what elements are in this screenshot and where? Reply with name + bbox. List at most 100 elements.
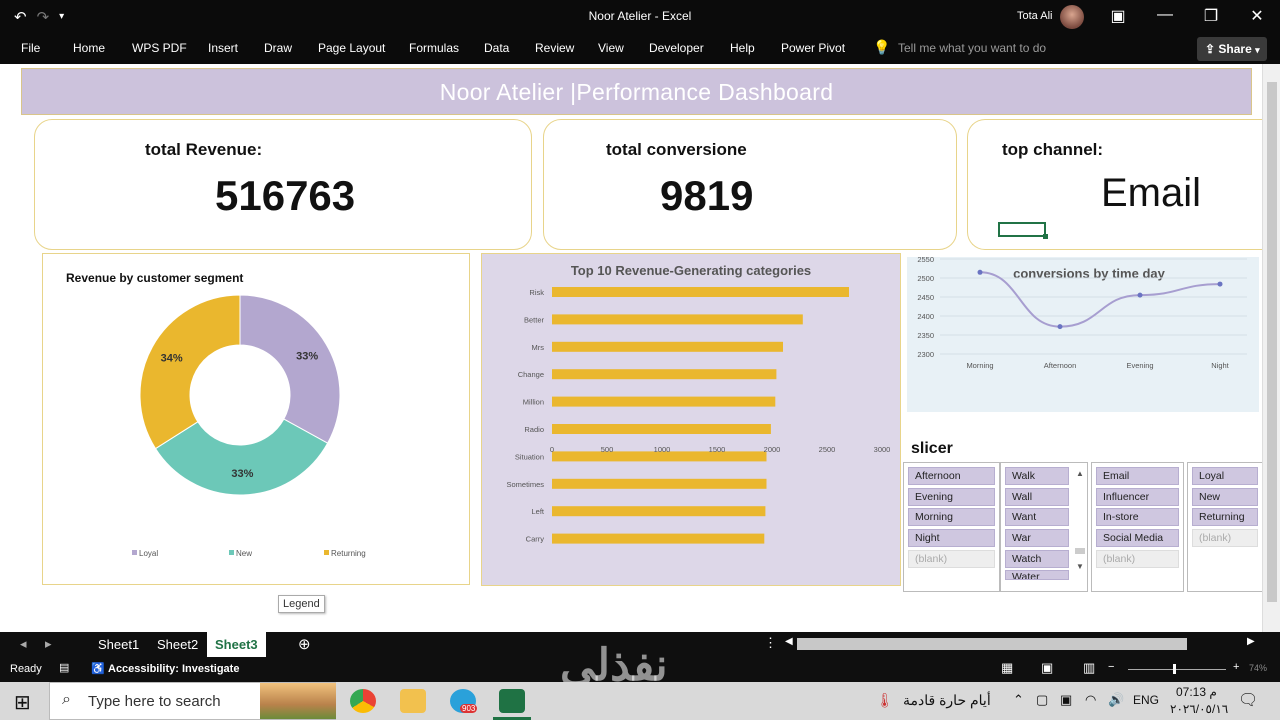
slicer-item[interactable]: In-store <box>1096 508 1179 527</box>
page-break-icon[interactable]: ▥ <box>1083 660 1095 676</box>
scroll-right-icon[interactable]: ▶ <box>1247 636 1255 647</box>
x-tick-label: Evening <box>1126 361 1153 370</box>
category-label: Risk <box>529 288 544 297</box>
slicer-item[interactable]: Evening <box>908 487 995 506</box>
page-layout-icon[interactable]: ▣ <box>1041 660 1053 676</box>
wifi-icon[interactable]: ◠ <box>1085 692 1096 708</box>
slicer-item[interactable]: War <box>1005 529 1069 548</box>
slicer-item-blank[interactable]: (blank) <box>1192 529 1258 548</box>
avatar[interactable] <box>1060 5 1084 29</box>
normal-view-icon[interactable]: ▦ <box>1001 660 1013 676</box>
slicer-category[interactable]: Walk Wall Want War Watch Water ▲ ▼ <box>1000 462 1088 592</box>
tab-page-layout[interactable]: Page Layout <box>318 41 385 55</box>
slicer-item[interactable]: Night <box>908 529 995 548</box>
tab-data[interactable]: Data <box>484 41 509 55</box>
accessibility-icon[interactable]: ♿ <box>91 662 105 675</box>
slicer-item[interactable]: Email <box>1096 467 1179 485</box>
slicer-item[interactable]: Influencer <box>1096 487 1179 506</box>
slicer-item[interactable]: Afternoon <box>908 467 995 485</box>
slicer-item[interactable]: Loyal <box>1192 467 1258 485</box>
scroll-up-icon[interactable]: ▲ <box>1075 469 1085 478</box>
sheet-tab[interactable]: Sheet2 <box>157 637 198 652</box>
donut-chart-panel[interactable]: Revenue by customer segment 33% 33% 34% Lo… <box>42 253 470 585</box>
status-ready: Ready <box>10 663 42 675</box>
minimize-button[interactable]: — <box>1155 6 1175 24</box>
user-name[interactable]: Tota Ali <box>1017 10 1052 22</box>
close-button[interactable]: ✕ <box>1247 6 1267 26</box>
slicer-scrollbar[interactable]: ▲ ▼ <box>1075 469 1085 577</box>
next-sheet-icon[interactable]: ▸ <box>45 636 52 652</box>
slicer-item[interactable]: New <box>1192 487 1258 506</box>
file-explorer-icon[interactable] <box>400 689 426 713</box>
meet-icon[interactable]: ▢ <box>1036 692 1048 708</box>
chrome-icon[interactable] <box>350 689 376 713</box>
excel-icon[interactable] <box>499 689 525 713</box>
scroll-thumb[interactable] <box>1075 548 1085 554</box>
slicer-item[interactable]: Water <box>1005 570 1069 581</box>
tab-draw[interactable]: Draw <box>264 41 292 55</box>
zoom-out-icon[interactable]: − <box>1108 661 1114 673</box>
restore-button[interactable]: ❐ <box>1201 6 1221 26</box>
notifications-icon[interactable]: 🗨 <box>1238 690 1258 710</box>
tab-help[interactable]: Help <box>730 41 755 55</box>
slicer-channel[interactable]: Email Influencer In-store Social Media (… <box>1091 462 1184 592</box>
slicer-item-blank[interactable]: (blank) <box>908 549 995 568</box>
tab-view[interactable]: View <box>598 41 624 55</box>
tab-power-pivot[interactable]: Power Pivot <box>781 41 845 55</box>
slicer-item[interactable]: Walk <box>1005 467 1069 485</box>
prev-sheet-icon[interactable]: ◂ <box>20 636 27 652</box>
slicer-item[interactable]: Want <box>1005 508 1069 527</box>
zoom-level[interactable]: 74% <box>1249 663 1267 673</box>
slicer-item[interactable]: Watch <box>1005 549 1069 568</box>
macro-record-icon[interactable]: ▤ <box>59 661 69 674</box>
weather-text[interactable]: أيام حارة قادمة <box>903 692 991 709</box>
sheet-tab[interactable]: Sheet1 <box>98 637 139 652</box>
zoom-in-icon[interactable]: + <box>1233 661 1239 673</box>
add-sheet-icon[interactable]: ⊕ <box>298 635 311 653</box>
scroll-down-icon[interactable]: ▼ <box>1075 562 1085 571</box>
slicer-item[interactable]: Wall <box>1005 487 1069 506</box>
accessibility-status[interactable]: Accessibility: Investigate <box>108 663 239 675</box>
bar <box>552 369 777 380</box>
weather-icon[interactable]: 🌡 <box>876 692 894 709</box>
scroll-left-icon[interactable]: ◀ <box>785 636 793 647</box>
tab-developer[interactable]: Developer <box>649 41 704 55</box>
camera-icon[interactable]: ▣ <box>1060 692 1072 708</box>
tell-me-search[interactable]: Tell me what you want to do <box>898 41 1046 55</box>
share-button[interactable]: ⇪ Share ▾ <box>1197 37 1267 61</box>
line-chart-panel[interactable]: conversions by time day 2550 2500 2450 2400… <box>907 257 1259 412</box>
tab-wps-pdf[interactable]: WPS PDF <box>132 41 187 55</box>
tab-home[interactable]: Home <box>73 41 105 55</box>
volume-icon[interactable]: 🔊 <box>1108 692 1124 708</box>
clock-date[interactable]: ٢٠٢٦/٠٥/١٦ <box>1170 702 1228 716</box>
sheet-tab-active[interactable]: Sheet3 <box>207 632 266 657</box>
slicer-time-of-day[interactable]: Afternoon Evening Morning Night (blank) <box>903 462 1000 592</box>
ribbon-display-icon[interactable]: ▣ <box>1108 6 1128 26</box>
horizontal-scrollbar[interactable] <box>797 638 1187 650</box>
tab-review[interactable]: Review <box>535 41 574 55</box>
chevron-up-icon[interactable]: ⌃ <box>1013 692 1024 708</box>
scroll-thumb[interactable] <box>1267 82 1277 602</box>
vertical-scrollbar[interactable] <box>1262 64 1280 632</box>
windows-start-icon[interactable]: ⊞ <box>14 690 31 715</box>
zoom-slider[interactable] <box>1128 669 1226 670</box>
worksheet[interactable]: Noor Atelier |Performance Dashboard tota… <box>0 64 1262 632</box>
bar-chart-panel[interactable]: Top 10 Revenue-Generating categories Ris… <box>481 253 901 586</box>
tab-formulas[interactable]: Formulas <box>409 41 459 55</box>
language-indicator[interactable]: ENG <box>1133 693 1159 707</box>
taskbar-search[interactable]: ⌕ Type here to search <box>49 682 336 720</box>
clock-time[interactable]: 07:13 م <box>1176 685 1217 699</box>
slicer-item-blank[interactable]: (blank) <box>1096 549 1179 568</box>
slicer-heading: slicer <box>911 440 953 457</box>
slicer-item[interactable]: Returning <box>1192 508 1258 527</box>
more-options-icon[interactable]: ⋮ <box>764 635 777 651</box>
slicer-segment[interactable]: Loyal New Returning (blank) <box>1187 462 1262 592</box>
zoom-slider-thumb[interactable] <box>1173 664 1176 674</box>
active-cell-selection[interactable] <box>998 222 1048 239</box>
slicer-item[interactable]: Morning <box>908 508 995 527</box>
tab-insert[interactable]: Insert <box>208 41 238 55</box>
kpi-value: Email <box>1101 171 1202 215</box>
slicer-item[interactable]: Social Media <box>1096 529 1179 548</box>
tab-file[interactable]: File <box>21 41 40 55</box>
data-label: 33% <box>231 468 253 480</box>
